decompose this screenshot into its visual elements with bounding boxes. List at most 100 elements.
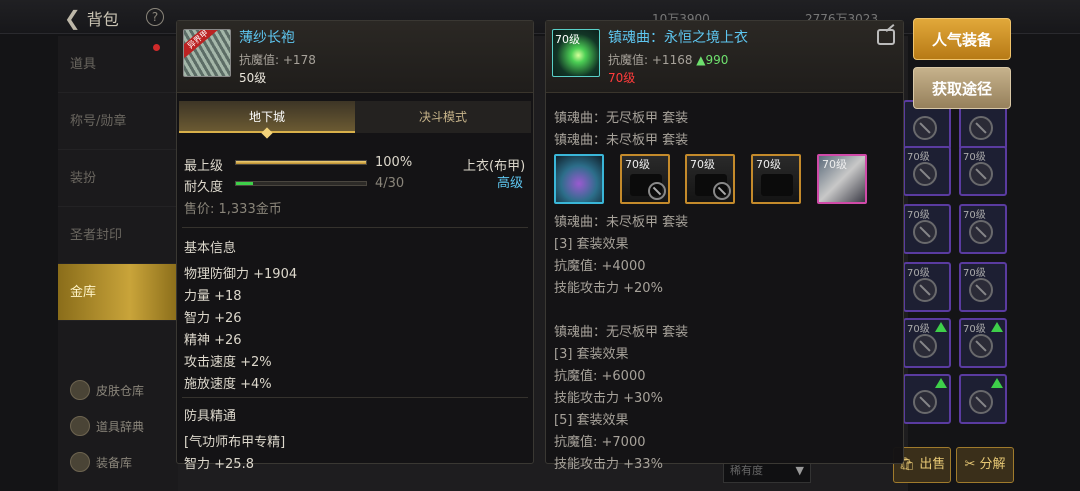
inventory-slot[interactable]: 70级 — [959, 204, 1007, 254]
armor-icon — [70, 452, 90, 472]
disabled-icon — [913, 278, 937, 302]
back-button[interactable]: ❮ 背包 — [64, 6, 119, 30]
slot-level: 70级 — [963, 210, 986, 221]
sidebar-item-items[interactable]: 道具 — [58, 36, 178, 93]
item-stat: 抗魔值: +1168 ▲990 — [608, 51, 728, 68]
sidebar-item-label: 道具 — [70, 57, 97, 72]
max-grade-bar — [235, 160, 367, 165]
slot-level: 70级 — [963, 152, 986, 163]
item-stat: 抗魔值: +178 — [239, 51, 316, 68]
sidebar-item-avatar[interactable]: 装扮 — [58, 150, 178, 207]
otherworld-badge: 异界甲 — [184, 30, 219, 58]
set-line: [3] 套装效果 — [554, 237, 629, 252]
page-title: 背包 — [86, 10, 119, 29]
stat-value: +178 — [282, 53, 316, 67]
book-icon — [70, 416, 90, 436]
basic-info-title: 基本信息 — [184, 241, 237, 256]
set-line: [5] 套装效果 — [554, 413, 629, 428]
decompose-button[interactable]: ✂ 分解 — [956, 447, 1014, 483]
set-line: 镇魂曲：无尽板甲 套装 — [554, 325, 689, 340]
slot-level: 70级 — [822, 158, 847, 171]
item-dictionary-button[interactable]: 道具辞典 — [70, 416, 144, 436]
upgrade-arrow-icon — [935, 322, 947, 332]
notification-dot — [153, 44, 160, 51]
obtain-method-button[interactable]: 获取途径 — [913, 67, 1011, 109]
tab-duel[interactable]: 决斗模式 — [355, 101, 531, 133]
robe-item-icon: 异界甲 — [183, 29, 231, 77]
item-tooltip-compare: 70级 镇魂曲：永恒之境上衣 抗魔值: +1168 ▲990 70级 镇魂曲：无… — [545, 20, 904, 472]
help-icon[interactable]: ? — [146, 8, 164, 26]
item-name: 镇魂曲：永恒之境上衣 — [608, 30, 748, 46]
inventory-slot[interactable]: 70级 — [959, 262, 1007, 312]
icon-level: 70级 — [555, 33, 580, 46]
set-slot[interactable]: 70级 — [620, 154, 670, 204]
wardrobe-icon — [70, 380, 90, 400]
disabled-icon — [913, 162, 937, 186]
popular-equipment-button[interactable]: 人气装备 — [913, 18, 1011, 60]
divider — [182, 227, 528, 228]
slot-level: 70级 — [625, 158, 650, 171]
disabled-icon — [913, 116, 937, 140]
inventory-slot[interactable]: 70级 — [959, 146, 1007, 196]
inventory-slot[interactable] — [959, 374, 1007, 424]
sidebar-item-titles[interactable]: 称号/勋章 — [58, 93, 178, 150]
sidebar-item-label: 圣者封印 — [70, 228, 123, 243]
slot-level: 70级 — [907, 324, 930, 335]
set-slots: 70级 70级 70级 70级 — [554, 154, 884, 206]
sidebar-item-seal[interactable]: 圣者封印 — [58, 207, 178, 264]
set-slot[interactable] — [554, 154, 604, 204]
durability-bar — [235, 181, 367, 186]
sidebar-item-label: 装扮 — [70, 171, 97, 186]
share-icon[interactable] — [877, 29, 895, 45]
inventory-grid: 70级 70级 70级 70级 70级 70级 70级 70级 — [903, 100, 1015, 430]
set-line: 镇魂曲：未尽板甲 套装 — [554, 215, 689, 230]
slot-level: 70级 — [756, 158, 781, 171]
max-grade-label: 最上级 — [184, 159, 224, 174]
max-grade-value: 100% — [375, 155, 413, 170]
disabled-icon — [913, 390, 937, 414]
inventory-slot[interactable]: 70级 — [959, 318, 1007, 368]
skin-storage-button[interactable]: 皮肤仓库 — [70, 380, 144, 400]
disabled-icon — [969, 278, 993, 302]
slot-level: 70级 — [963, 268, 986, 279]
skin-storage-label: 皮肤仓库 — [96, 383, 145, 398]
set-slot[interactable]: 70级 — [817, 154, 867, 204]
set-line: 技能攻击力 +30% — [554, 391, 663, 406]
max-grade-fill — [236, 161, 366, 164]
disabled-icon — [913, 334, 937, 358]
tab-dungeon[interactable]: 地下城 — [179, 101, 355, 133]
set-line: 技能攻击力 +20% — [554, 281, 663, 296]
inventory-slot[interactable]: 70级 — [903, 262, 951, 312]
mastery-line: [气功师布甲专精] — [184, 435, 286, 450]
slot-level: 70级 — [690, 158, 715, 171]
item-dictionary-label: 道具辞典 — [96, 419, 145, 434]
slot-level: 70级 — [907, 268, 930, 279]
set-slot[interactable]: 70级 — [685, 154, 735, 204]
set-line: 抗魔值: +4000 — [554, 259, 646, 274]
stat-label: 抗魔值: — [239, 53, 280, 67]
basic-stat: 力量 +18 — [184, 289, 242, 304]
set-line: 镇魂曲：未尽板甲 套装 — [554, 133, 689, 148]
item-level: 50级 — [239, 71, 267, 85]
sell-label: 出售 — [919, 457, 946, 472]
basic-stat: 物理防御力 +1904 — [184, 267, 298, 282]
set-line: [3] 套装效果 — [554, 347, 629, 362]
equipment-library-button[interactable]: 装备库 — [70, 452, 132, 472]
disabled-icon — [969, 390, 993, 414]
disabled-icon — [969, 334, 993, 358]
upgrade-arrow-icon — [935, 378, 947, 388]
inventory-slot[interactable]: 70级 — [903, 204, 951, 254]
disabled-icon — [969, 116, 993, 140]
set-slot[interactable]: 70级 — [751, 154, 801, 204]
mastery-title: 防具精通 — [184, 409, 237, 424]
inventory-slot[interactable]: 70级 — [903, 146, 951, 196]
inventory-slot[interactable]: 70级 — [903, 318, 951, 368]
inventory-slot[interactable] — [903, 374, 951, 424]
durability-value: 4/30 — [375, 176, 405, 191]
sidebar-item-label: 称号/勋章 — [70, 114, 127, 129]
basic-stat: 精神 +26 — [184, 333, 242, 348]
disabled-icon — [969, 162, 993, 186]
durability-fill — [236, 182, 254, 185]
sidebar-item-vault[interactable]: 金库 — [58, 264, 178, 321]
decompose-label: 分解 — [979, 457, 1006, 472]
